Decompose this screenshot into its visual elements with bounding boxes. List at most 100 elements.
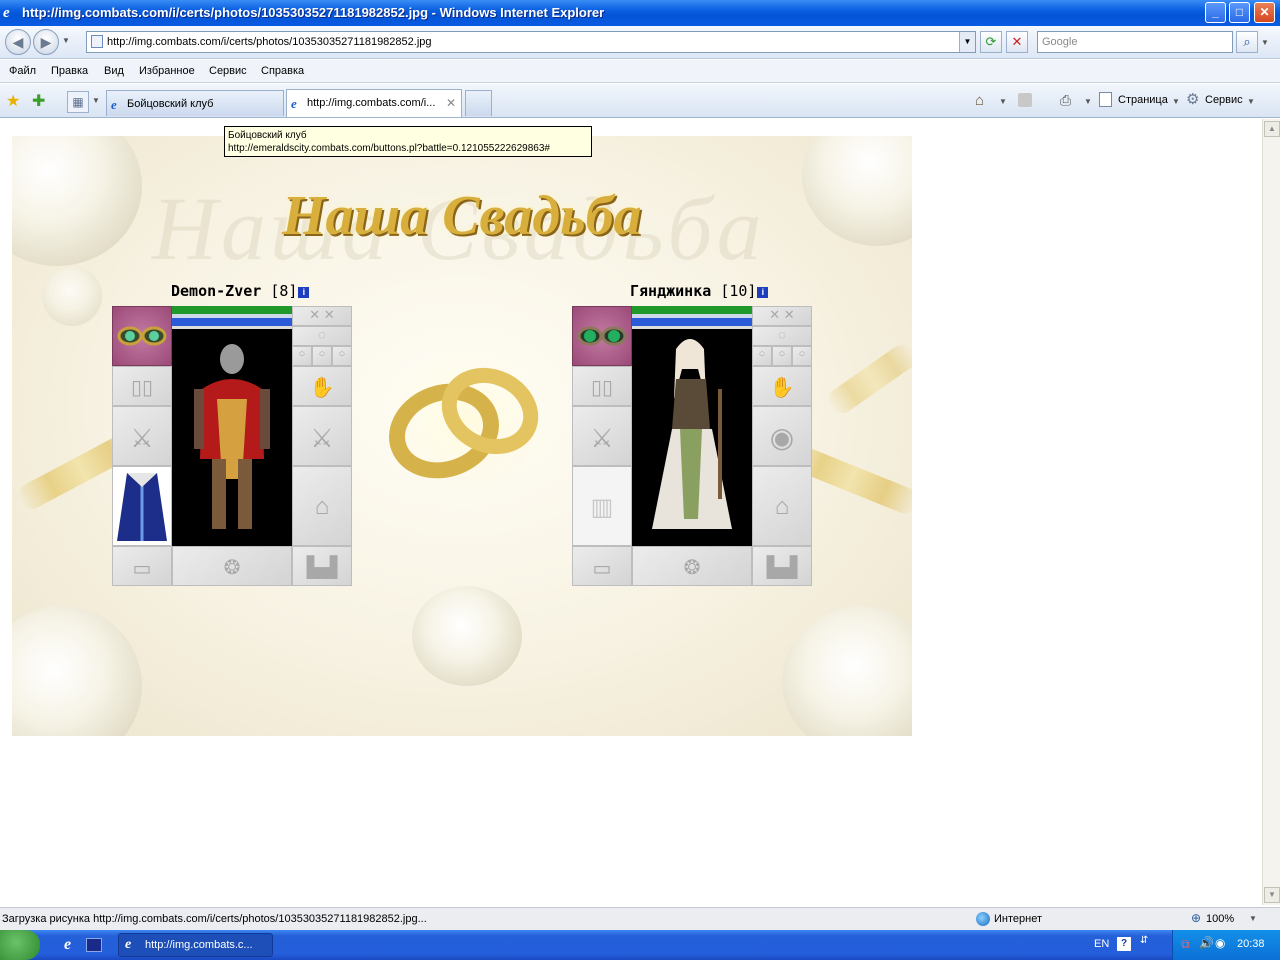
window-titlebar[interactable]: e http://img.combats.com/i/certs/photos/… (0, 0, 1280, 26)
shield-slot[interactable]: ◉ (752, 406, 812, 466)
boots-slot[interactable]: ▙▟ (292, 546, 352, 586)
menu-file[interactable]: Файл (9, 65, 36, 77)
info-icon[interactable]: i (298, 287, 310, 298)
close-icon[interactable]: ✕ (1254, 2, 1275, 23)
helmet-slot[interactable] (112, 306, 172, 366)
tooltip-url: http://emeraldscity.combats.com/buttons.… (228, 143, 550, 154)
mana-bar (172, 318, 292, 326)
necklace-slot[interactable]: ◌ (752, 326, 812, 346)
ring-slot-3[interactable]: ○ (792, 346, 812, 366)
address-input[interactable]: http://img.combats.com/i/certs/photos/10… (86, 31, 976, 53)
necklace-icon: ◌ (318, 327, 326, 342)
ring-slot-2[interactable]: ○ (312, 346, 332, 366)
clock[interactable]: 20:38 (1237, 938, 1265, 950)
rose-decoration (782, 606, 912, 736)
forward-button[interactable]: ▶ (33, 29, 59, 55)
language-bar-icon[interactable]: ⇵ (1140, 935, 1148, 946)
menu-tools[interactable]: Сервис (209, 65, 247, 77)
feeds-icon[interactable] (1018, 93, 1032, 107)
minimize-icon[interactable]: _ (1205, 2, 1226, 23)
ring-slot-2[interactable]: ○ (772, 346, 792, 366)
search-options-icon[interactable]: ▼ (1261, 38, 1269, 47)
maximize-icon[interactable]: □ (1229, 2, 1250, 23)
amulet-slot[interactable]: ✕ ✕ (752, 306, 812, 326)
helmet-slot[interactable] (572, 306, 632, 366)
tools-dropdown-icon[interactable]: ▼ (1247, 97, 1255, 106)
boots-slot[interactable]: ▙▟ (752, 546, 812, 586)
leggings-slot[interactable]: ⌂ (752, 466, 812, 546)
start-button[interactable] (0, 930, 40, 960)
menu-view[interactable]: Вид (104, 65, 124, 77)
refresh-icon[interactable]: ⟳ (980, 31, 1002, 53)
scroll-up-icon[interactable]: ▲ (1264, 121, 1280, 137)
security-zone[interactable]: Интернет (994, 913, 1042, 925)
weapon-slot[interactable]: ⚔ (572, 406, 632, 466)
bracer-slot[interactable]: ▯▯ (572, 366, 632, 406)
ring-slot-1[interactable]: ○ (292, 346, 312, 366)
zoom-level[interactable]: 100% (1206, 913, 1234, 925)
ie-icon: e (3, 5, 10, 21)
new-tab-button[interactable] (465, 90, 492, 116)
favorites-star-icon[interactable]: ★ (6, 91, 20, 111)
back-button[interactable]: ◀ (5, 29, 31, 55)
close-tab-icon[interactable]: ✕ (446, 96, 456, 110)
taskbar-ie-window[interactable]: e http://img.combats.c... (118, 933, 273, 957)
menu-favorites[interactable]: Избранное (139, 65, 195, 77)
armor-slot[interactable]: ▥ (572, 466, 632, 546)
gloves-slot[interactable]: ✋ (292, 366, 352, 406)
quick-tabs-icon[interactable]: ▦ (67, 91, 89, 113)
page-dropdown-icon[interactable]: ▼ (1172, 97, 1180, 106)
tab-image[interactable]: e http://img.combats.com/i... ✕ (286, 89, 462, 117)
player-nick: Demon-Zver (171, 282, 262, 300)
zoom-icon: ⊕ (1191, 911, 1202, 925)
gloves-icon: ✋ (769, 377, 795, 399)
home-icon[interactable]: ⌂ (975, 92, 984, 109)
belt-slot[interactable]: ▭ (572, 546, 632, 586)
leggings-slot[interactable]: ⌂ (292, 466, 352, 546)
address-dropdown-icon[interactable]: ▼ (959, 32, 975, 52)
language-indicator[interactable]: EN (1094, 938, 1109, 950)
print-icon[interactable]: ⎙ (1060, 92, 1071, 109)
network-icon[interactable]: ⧉ (1181, 937, 1190, 952)
tab-list-icon[interactable]: ▼ (92, 96, 100, 105)
vertical-scrollbar[interactable]: ▲ ▼ (1262, 119, 1280, 905)
help-icon[interactable]: ? (1117, 937, 1131, 951)
print-dropdown-icon[interactable]: ▼ (1084, 97, 1092, 106)
ie-quicklaunch-icon[interactable]: e (64, 936, 71, 954)
weapon-slot[interactable]: ⚔ (112, 406, 172, 466)
desktop-quicklaunch-icon[interactable] (86, 938, 102, 952)
page-menu-button[interactable]: Страница (1118, 94, 1168, 106)
ring-icon: ○ (798, 348, 806, 360)
tooltip-title: Бойцовский клуб (228, 130, 307, 141)
warrior-figure (194, 344, 270, 529)
necklace-slot[interactable]: ◌ (292, 326, 352, 346)
zoom-dropdown-icon[interactable]: ▼ (1249, 914, 1257, 923)
amulet-slot[interactable]: ✕ ✕ (292, 306, 352, 326)
offhand-slot[interactable]: ⚔ (292, 406, 352, 466)
tab-fight-club[interactable]: e Бойцовский клуб (106, 90, 284, 116)
scroll-down-icon[interactable]: ▼ (1264, 887, 1280, 903)
player-equipment-doll: ▯▯ ⚔ ▭ ✕ ✕ ◌ ○ ○ ○ ✋ ⚔ ⌂ ▙▟ ❂ (112, 306, 352, 586)
add-favorite-icon[interactable]: ✚ (32, 91, 45, 111)
belt-slot[interactable]: ▭ (112, 546, 172, 586)
menu-help[interactable]: Справка (261, 65, 304, 77)
wireless-icon[interactable]: ◉ (1215, 936, 1225, 950)
gloves-slot[interactable]: ✋ (752, 366, 812, 406)
history-dropdown-icon[interactable]: ▼ (62, 36, 70, 45)
address-text: http://img.combats.com/i/certs/photos/10… (107, 36, 432, 48)
armor-slot[interactable] (112, 466, 172, 546)
home-dropdown-icon[interactable]: ▼ (999, 97, 1007, 106)
volume-icon[interactable]: 🔊 (1199, 936, 1214, 950)
leggings-icon: ⌂ (774, 493, 790, 520)
search-input[interactable]: Google (1037, 31, 1233, 53)
menu-edit[interactable]: Правка (51, 65, 88, 77)
ring-slot-3[interactable]: ○ (332, 346, 352, 366)
belt-icon: ▭ (132, 558, 152, 580)
search-icon[interactable]: ⌕ (1236, 31, 1258, 53)
stop-icon[interactable]: ✕ (1006, 31, 1028, 53)
info-icon[interactable]: i (757, 287, 769, 298)
sword-icon: ⚔ (590, 423, 614, 453)
bracer-slot[interactable]: ▯▯ (112, 366, 172, 406)
ring-slot-1[interactable]: ○ (752, 346, 772, 366)
tools-menu-button[interactable]: Сервис (1205, 94, 1243, 106)
